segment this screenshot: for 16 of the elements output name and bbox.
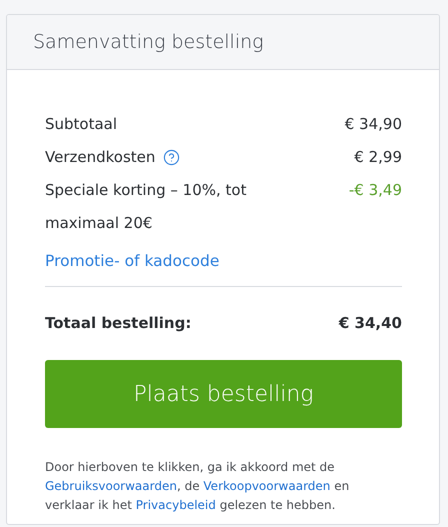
line-amount: -€ 3,49 — [348, 180, 402, 201]
terms-link[interactable]: Verkoopvoorwaarden — [203, 479, 330, 493]
line-label: Subtotaal — [45, 114, 118, 135]
place-order-button[interactable]: Plaats bestelling — [45, 360, 402, 428]
terms-link[interactable]: Gebruiksvoorwaarden — [45, 479, 177, 493]
line-label: Verzendkosten — [45, 148, 156, 166]
card-title: Samenvatting bestelling — [33, 31, 264, 53]
line-label: Speciale korting – 10%, tot maximaal 20€ — [45, 180, 248, 234]
terms-notice: Door hierboven te klikken, ga ik akkoord met de Gebruiksvoorwaarden, de Verkoopvoorwaarden en verklaar ik het Privacybeleid gelezen te hebben. — [45, 459, 350, 514]
terms-link[interactable]: Privacybeleid — [136, 498, 216, 512]
line-amount: € 34,90 — [344, 114, 402, 135]
promo-code-link[interactable]: Promotie- of kadocode — [45, 252, 220, 270]
help-icon[interactable] — [163, 149, 180, 166]
total-amount: € 34,40 — [338, 313, 402, 334]
line-amount: € 2,99 — [354, 147, 402, 168]
total-label: Totaal bestelling: — [45, 313, 192, 334]
